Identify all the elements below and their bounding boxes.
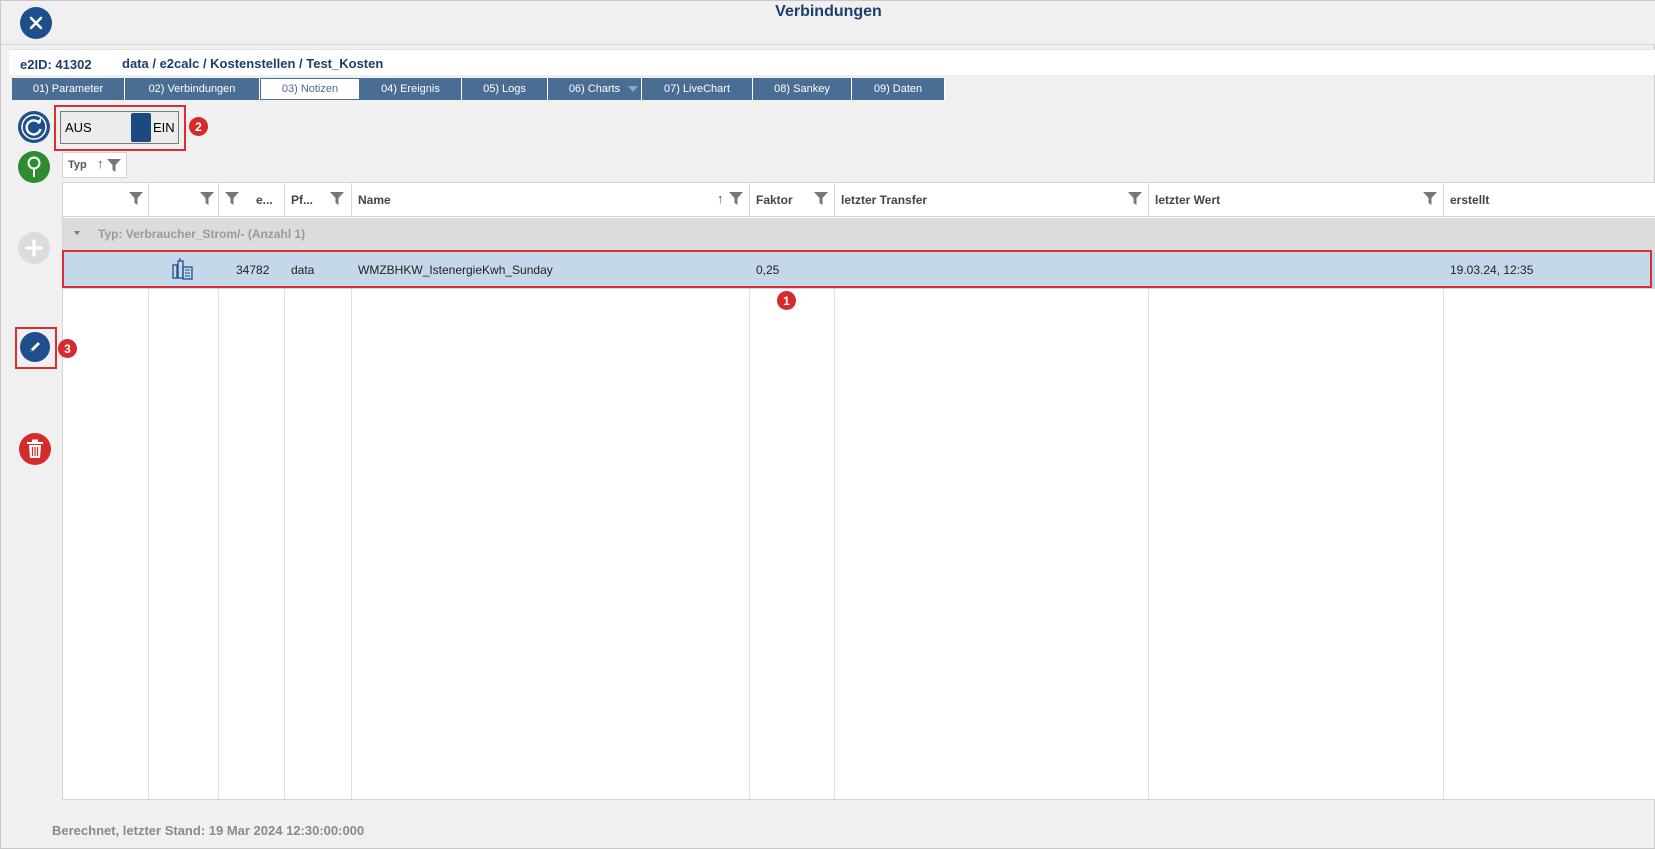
- sort-asc-icon[interactable]: ↑: [97, 156, 104, 171]
- connections-dialog: Verbindungen e2ID: 41302 data / e2calc /…: [0, 0, 1655, 849]
- delete-button[interactable]: [19, 433, 51, 465]
- filter-icon[interactable]: [1128, 192, 1142, 205]
- group-row-label: Typ: Verbraucher_Strom/- (Anzahl 1): [98, 227, 306, 241]
- window-title: Verbindungen: [775, 3, 882, 20]
- tab-daten[interactable]: 09) Daten: [852, 78, 945, 100]
- plus-icon: [25, 239, 43, 257]
- tab-charts-label: 06) Charts: [568, 83, 621, 95]
- column-divider: [351, 217, 352, 799]
- group-by-label: Typ: [68, 159, 87, 171]
- trash-icon: [27, 439, 43, 458]
- column-header-icon[interactable]: [149, 183, 219, 217]
- collapse-caret-icon[interactable]: [74, 231, 80, 235]
- column-divider: [834, 217, 835, 799]
- column-header-name[interactable]: Name ↑: [352, 183, 750, 217]
- tab-ereignis[interactable]: 04) Ereignis: [360, 78, 462, 100]
- column-divider: [148, 217, 149, 799]
- filter-icon[interactable]: [129, 192, 143, 205]
- column-header-pfad[interactable]: Pf...: [285, 183, 352, 217]
- tab-sankey[interactable]: 08) Sankey: [753, 78, 852, 100]
- filter-icon[interactable]: [225, 192, 239, 205]
- add-button[interactable]: [18, 232, 50, 264]
- highlight-box-edit: [15, 327, 57, 369]
- column-divider: [1443, 217, 1444, 799]
- annotation-badge-1: 1: [777, 291, 796, 310]
- column-divider: [749, 217, 750, 799]
- tab-charts[interactable]: 06) Charts: [548, 78, 642, 100]
- status-text: Berechnet, letzter Stand: 19 Mar 2024 12…: [52, 823, 365, 838]
- filter-icon[interactable]: [107, 159, 121, 172]
- connector-pin-icon: [27, 156, 41, 177]
- column-header-letzter-wert[interactable]: letzter Wert: [1149, 183, 1444, 217]
- group-row[interactable]: Typ: Verbraucher_Strom/- (Anzahl 1): [63, 218, 1655, 251]
- filter-icon[interactable]: [729, 192, 743, 205]
- highlight-box-row: [62, 250, 1652, 288]
- column-header-faktor[interactable]: Faktor: [750, 183, 835, 217]
- column-divider: [284, 217, 285, 799]
- highlight-box-toggle: [54, 105, 186, 151]
- refresh-button[interactable]: [18, 111, 50, 143]
- title-bar: Verbindungen: [1, 1, 1655, 45]
- breadcrumb-path[interactable]: data / e2calc / Kostenstellen / Test_Kos…: [122, 56, 383, 71]
- column-header-erstellt[interactable]: erstellt: [1444, 183, 1655, 217]
- tab-notizen[interactable]: 03) Notizen: [260, 78, 360, 100]
- filter-icon[interactable]: [1423, 192, 1437, 205]
- grid-header: e... Pf... Name ↑ Faktor letzter Transfe…: [63, 183, 1655, 217]
- filter-icon[interactable]: [200, 192, 214, 205]
- column-header-id[interactable]: e...: [219, 183, 285, 217]
- refresh-icon: [21, 114, 47, 140]
- column-divider: [218, 217, 219, 799]
- group-by-chip[interactable]: Typ ↑: [62, 152, 127, 178]
- annotation-badge-3: 3: [58, 339, 77, 358]
- tab-parameter[interactable]: 01) Parameter: [12, 78, 125, 100]
- filter-icon[interactable]: [330, 192, 344, 205]
- annotation-badge-2: 2: [189, 117, 208, 136]
- column-divider: [1148, 217, 1149, 799]
- tab-bar: 01) Parameter 02) Verbindungen 03) Notiz…: [12, 78, 945, 100]
- chevron-down-icon: [628, 86, 638, 92]
- tab-verbindungen[interactable]: 02) Verbindungen: [125, 78, 260, 100]
- column-header-select[interactable]: [63, 183, 149, 217]
- add-connection-button[interactable]: [18, 151, 50, 183]
- breadcrumb: e2ID: 41302 data / e2calc / Kostenstelle…: [9, 49, 1655, 75]
- tab-logs[interactable]: 05) Logs: [462, 78, 548, 100]
- sort-asc-icon[interactable]: ↑: [717, 191, 724, 206]
- e2id-label: e2ID: 41302: [20, 57, 92, 72]
- tab-livechart[interactable]: 07) LiveChart: [642, 78, 753, 100]
- filter-icon[interactable]: [814, 192, 828, 205]
- column-header-letzter-transfer[interactable]: letzter Transfer: [835, 183, 1149, 217]
